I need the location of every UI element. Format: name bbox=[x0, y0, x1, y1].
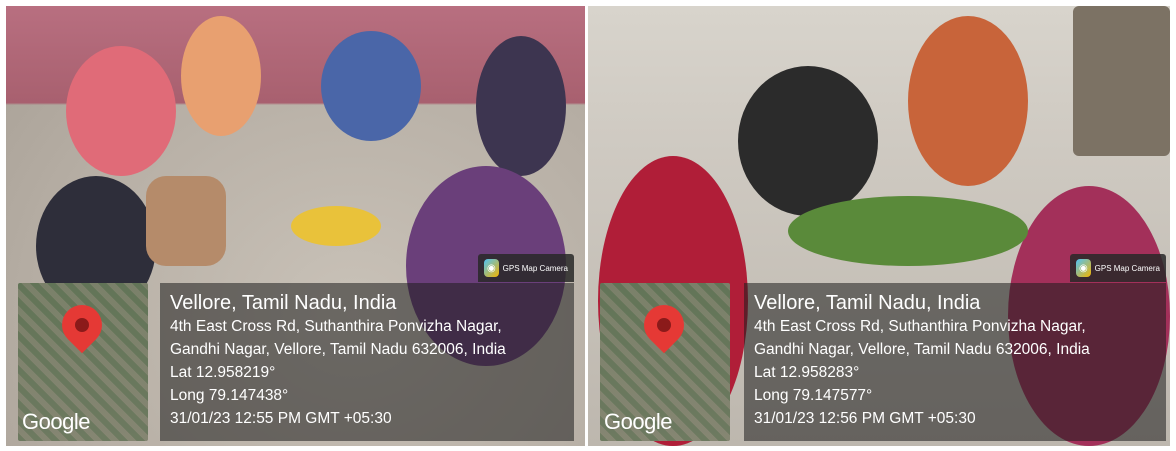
gps-badge-label: GPS Map Camera bbox=[502, 263, 568, 273]
address-line-1: 4th East Cross Rd, Suthanthira Ponvizha … bbox=[170, 318, 502, 335]
camera-icon: ◉ bbox=[1076, 259, 1091, 277]
address-line-2: Gandhi Nagar, Vellore, Tamil Nadu 632006… bbox=[170, 341, 506, 358]
address-line-1: 4th East Cross Rd, Suthanthira Ponvizha … bbox=[754, 318, 1086, 335]
address-line-2: Gandhi Nagar, Vellore, Tamil Nadu 632006… bbox=[754, 341, 1090, 358]
geotagged-photo-2: ◉ GPS Map Camera Google Vellore, Tamil N… bbox=[588, 6, 1170, 446]
person-figure bbox=[321, 31, 421, 141]
map-thumbnail: Google bbox=[600, 283, 730, 441]
latitude: Lat 12.958219° bbox=[170, 364, 276, 381]
gps-badge-label: GPS Map Camera bbox=[1094, 263, 1160, 273]
location-info-box: Vellore, Tamil Nadu, India 4th East Cros… bbox=[744, 283, 1166, 441]
geotagged-photo-1: ◉ GPS Map Camera Google Vellore, Tamil N… bbox=[6, 6, 585, 446]
stone-pillar bbox=[1073, 6, 1170, 156]
timestamp: 31/01/23 12:55 PM GMT +05:30 bbox=[170, 410, 392, 427]
person-figure bbox=[476, 36, 566, 176]
google-logo: Google bbox=[22, 409, 90, 434]
food-plate bbox=[291, 206, 381, 246]
gps-map-camera-badge: ◉ GPS Map Camera bbox=[1070, 254, 1166, 282]
longitude: Long 79.147438° bbox=[170, 387, 289, 404]
person-figure bbox=[66, 46, 176, 176]
timestamp: 31/01/23 12:56 PM GMT +05:30 bbox=[754, 410, 976, 427]
person-figure bbox=[908, 16, 1028, 186]
food-items bbox=[788, 196, 1028, 266]
person-figure bbox=[738, 66, 878, 216]
person-figure bbox=[181, 16, 261, 136]
google-logo: Google bbox=[604, 409, 672, 434]
latitude: Lat 12.958283° bbox=[754, 364, 860, 381]
map-pin-icon bbox=[635, 296, 693, 354]
location-title: Vellore, Tamil Nadu, India bbox=[754, 292, 981, 314]
location-info-box: Vellore, Tamil Nadu, India 4th East Cros… bbox=[160, 283, 574, 441]
location-title: Vellore, Tamil Nadu, India bbox=[170, 292, 397, 314]
gps-map-camera-badge: ◉ GPS Map Camera bbox=[478, 254, 574, 282]
camera-icon: ◉ bbox=[484, 259, 499, 277]
map-thumbnail: Google bbox=[18, 283, 148, 441]
longitude: Long 79.147577° bbox=[754, 387, 873, 404]
backpack bbox=[146, 176, 226, 266]
map-pin-icon bbox=[53, 296, 111, 354]
